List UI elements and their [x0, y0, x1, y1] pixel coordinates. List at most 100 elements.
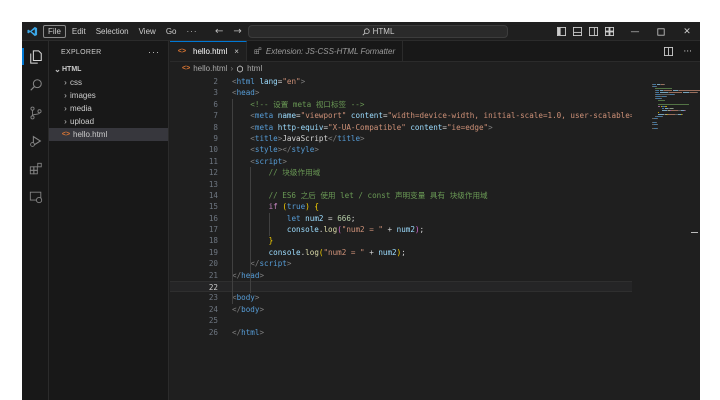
code-line[interactable]: 14 // ES6 之后 使用 let / const 声明变量 具有 块级作用…: [170, 190, 632, 201]
code-editor[interactable]: 2 <html lang="en"> 3 <head> 6 <!-- 设置 meta 视…: [170, 76, 632, 400]
tree-item-images[interactable]: › images: [49, 89, 168, 102]
code-token: script: [259, 259, 287, 269]
code-token: >: [254, 88, 260, 98]
menu-edit[interactable]: Edit: [68, 26, 90, 37]
code-token: =: [323, 213, 338, 223]
code-line[interactable]: 2 <html lang="en">: [170, 76, 632, 87]
minimap-token: [658, 100, 665, 101]
chevron-right-icon: ›: [64, 91, 67, 100]
explorer-icon[interactable]: [27, 48, 44, 65]
breadcrumb-node[interactable]: html: [247, 64, 262, 73]
code-token: }: [268, 236, 274, 246]
code-line[interactable]: 22: [170, 281, 632, 293]
code-token: >: [254, 293, 260, 303]
code-token: "num2 = ": [323, 247, 365, 257]
tree-item-label: media: [70, 104, 92, 113]
toggle-panel-icon[interactable]: [573, 27, 582, 36]
menu-more[interactable]: ···: [182, 26, 201, 37]
code-line[interactable]: 3 <head>: [170, 87, 632, 98]
tree-item-hello-html[interactable]: <> hello.html: [49, 128, 168, 141]
code-token: >: [259, 304, 265, 314]
code-line[interactable]: 18 }: [170, 235, 632, 246]
code-token: style: [254, 145, 278, 155]
code-line[interactable]: 17 console.log("num2 = " + num2);: [170, 224, 632, 235]
arrow-left-icon[interactable]: ←: [215, 26, 223, 37]
tree-item-media[interactable]: › media: [49, 102, 168, 115]
code-line[interactable]: 26 </html>: [170, 327, 632, 338]
code-line[interactable]: 6 <!-- 设置 meta 视口标签 -->: [170, 99, 632, 110]
minimize-icon[interactable]: —: [622, 22, 648, 41]
explorer-sidebar: EXPLORER ··· ⌄ HTML › css › images › med…: [49, 41, 169, 400]
source-control-icon[interactable]: [27, 104, 44, 121]
breadcrumb-file[interactable]: hello.html: [193, 64, 227, 73]
vertical-scrollbar[interactable]: [690, 76, 700, 400]
minimap-token: [656, 124, 658, 125]
minimap-token: [656, 92, 660, 93]
menu-file[interactable]: File: [43, 24, 66, 38]
code-text: if (true) {: [232, 201, 319, 212]
minimap-token: [660, 94, 669, 95]
code-line[interactable]: 15 if (true) {: [170, 201, 632, 212]
title-bar: File Edit Selection View Go ··· ← → HTML…: [22, 22, 700, 41]
code-token: http-equiv: [277, 122, 324, 132]
code-line[interactable]: 20 </script>: [170, 258, 632, 269]
code-line[interactable]: 9 <title>JavaScript</title>: [170, 133, 632, 144]
code-line[interactable]: 12 // 块级作用域: [170, 167, 632, 178]
element-node-icon: [237, 64, 243, 73]
close-window-icon[interactable]: ✕: [674, 22, 700, 41]
remote-explorer-icon[interactable]: [27, 188, 44, 205]
minimap-token: [664, 84, 665, 85]
code-line[interactable]: 16 let num2 = 666;: [170, 213, 632, 224]
code-line[interactable]: 7 <meta name="viewport" content="width=d…: [170, 110, 632, 121]
code-line[interactable]: 10 <style></style>: [170, 144, 632, 155]
code-token: ;: [350, 213, 356, 223]
code-token: ></: [277, 145, 292, 155]
tab-hello-html[interactable]: <> hello.html ×: [170, 41, 247, 61]
menu-bar: File Edit Selection View Go ···: [43, 24, 203, 38]
tree-item-upload[interactable]: › upload: [49, 115, 168, 128]
code-line[interactable]: 19 console.log("num2 = " + num2);: [170, 247, 632, 258]
code-token: "num2 = ": [341, 225, 383, 235]
code-token: style: [291, 145, 315, 155]
tab-extension-formatter[interactable]: Extension: JS-CSS-HTML Formatter: [247, 41, 404, 61]
code-line[interactable]: 11 <script>: [170, 156, 632, 167]
code-token: meta: [254, 111, 274, 121]
run-debug-icon[interactable]: [27, 132, 44, 149]
code-token: console: [286, 225, 319, 235]
toggle-secondary-sidebar-icon[interactable]: [589, 27, 598, 36]
code-line[interactable]: 13: [170, 179, 632, 190]
more-actions-icon[interactable]: ···: [683, 47, 692, 57]
explorer-more-actions[interactable]: ···: [148, 47, 160, 57]
code-text: </head>: [232, 270, 264, 281]
chevron-right-icon: ›: [64, 78, 67, 87]
line-number: 20: [208, 259, 218, 269]
code-line[interactable]: 24 </body>: [170, 304, 632, 315]
command-center-search[interactable]: HTML: [248, 25, 508, 38]
code-token: lang: [259, 77, 278, 86]
minimap-token: [652, 84, 656, 85]
search-view-icon[interactable]: [27, 76, 44, 93]
minimap-token: [674, 94, 676, 95]
code-token: "width=device-width, initial-scale=1.0, …: [387, 111, 632, 121]
code-line[interactable]: 23 <body>: [170, 292, 632, 303]
code-line[interactable]: 8 <meta http-equiv="X-UA-Compatible" con…: [170, 122, 632, 133]
arrow-right-icon[interactable]: →: [233, 26, 241, 37]
extensions-icon[interactable]: [27, 160, 44, 177]
toggle-primary-sidebar-icon[interactable]: [557, 27, 566, 36]
minimap-token: [658, 112, 660, 113]
code-line[interactable]: 25: [170, 315, 632, 326]
menu-go[interactable]: Go: [162, 26, 181, 37]
menu-selection[interactable]: Selection: [92, 26, 133, 37]
tree-item-css[interactable]: › css: [49, 76, 168, 89]
line-number: 11: [208, 156, 218, 166]
tree-item-label: images: [70, 91, 96, 100]
customize-layout-icon[interactable]: [605, 27, 614, 36]
close-tab-icon[interactable]: ×: [234, 47, 239, 56]
menu-view[interactable]: View: [135, 26, 160, 37]
tree-root-folder[interactable]: ⌄ HTML: [49, 63, 168, 76]
maximize-icon[interactable]: [648, 22, 674, 41]
code-token: +: [382, 225, 397, 235]
code-line[interactable]: 21 </head>: [170, 270, 632, 281]
split-editor-icon[interactable]: [664, 47, 674, 56]
